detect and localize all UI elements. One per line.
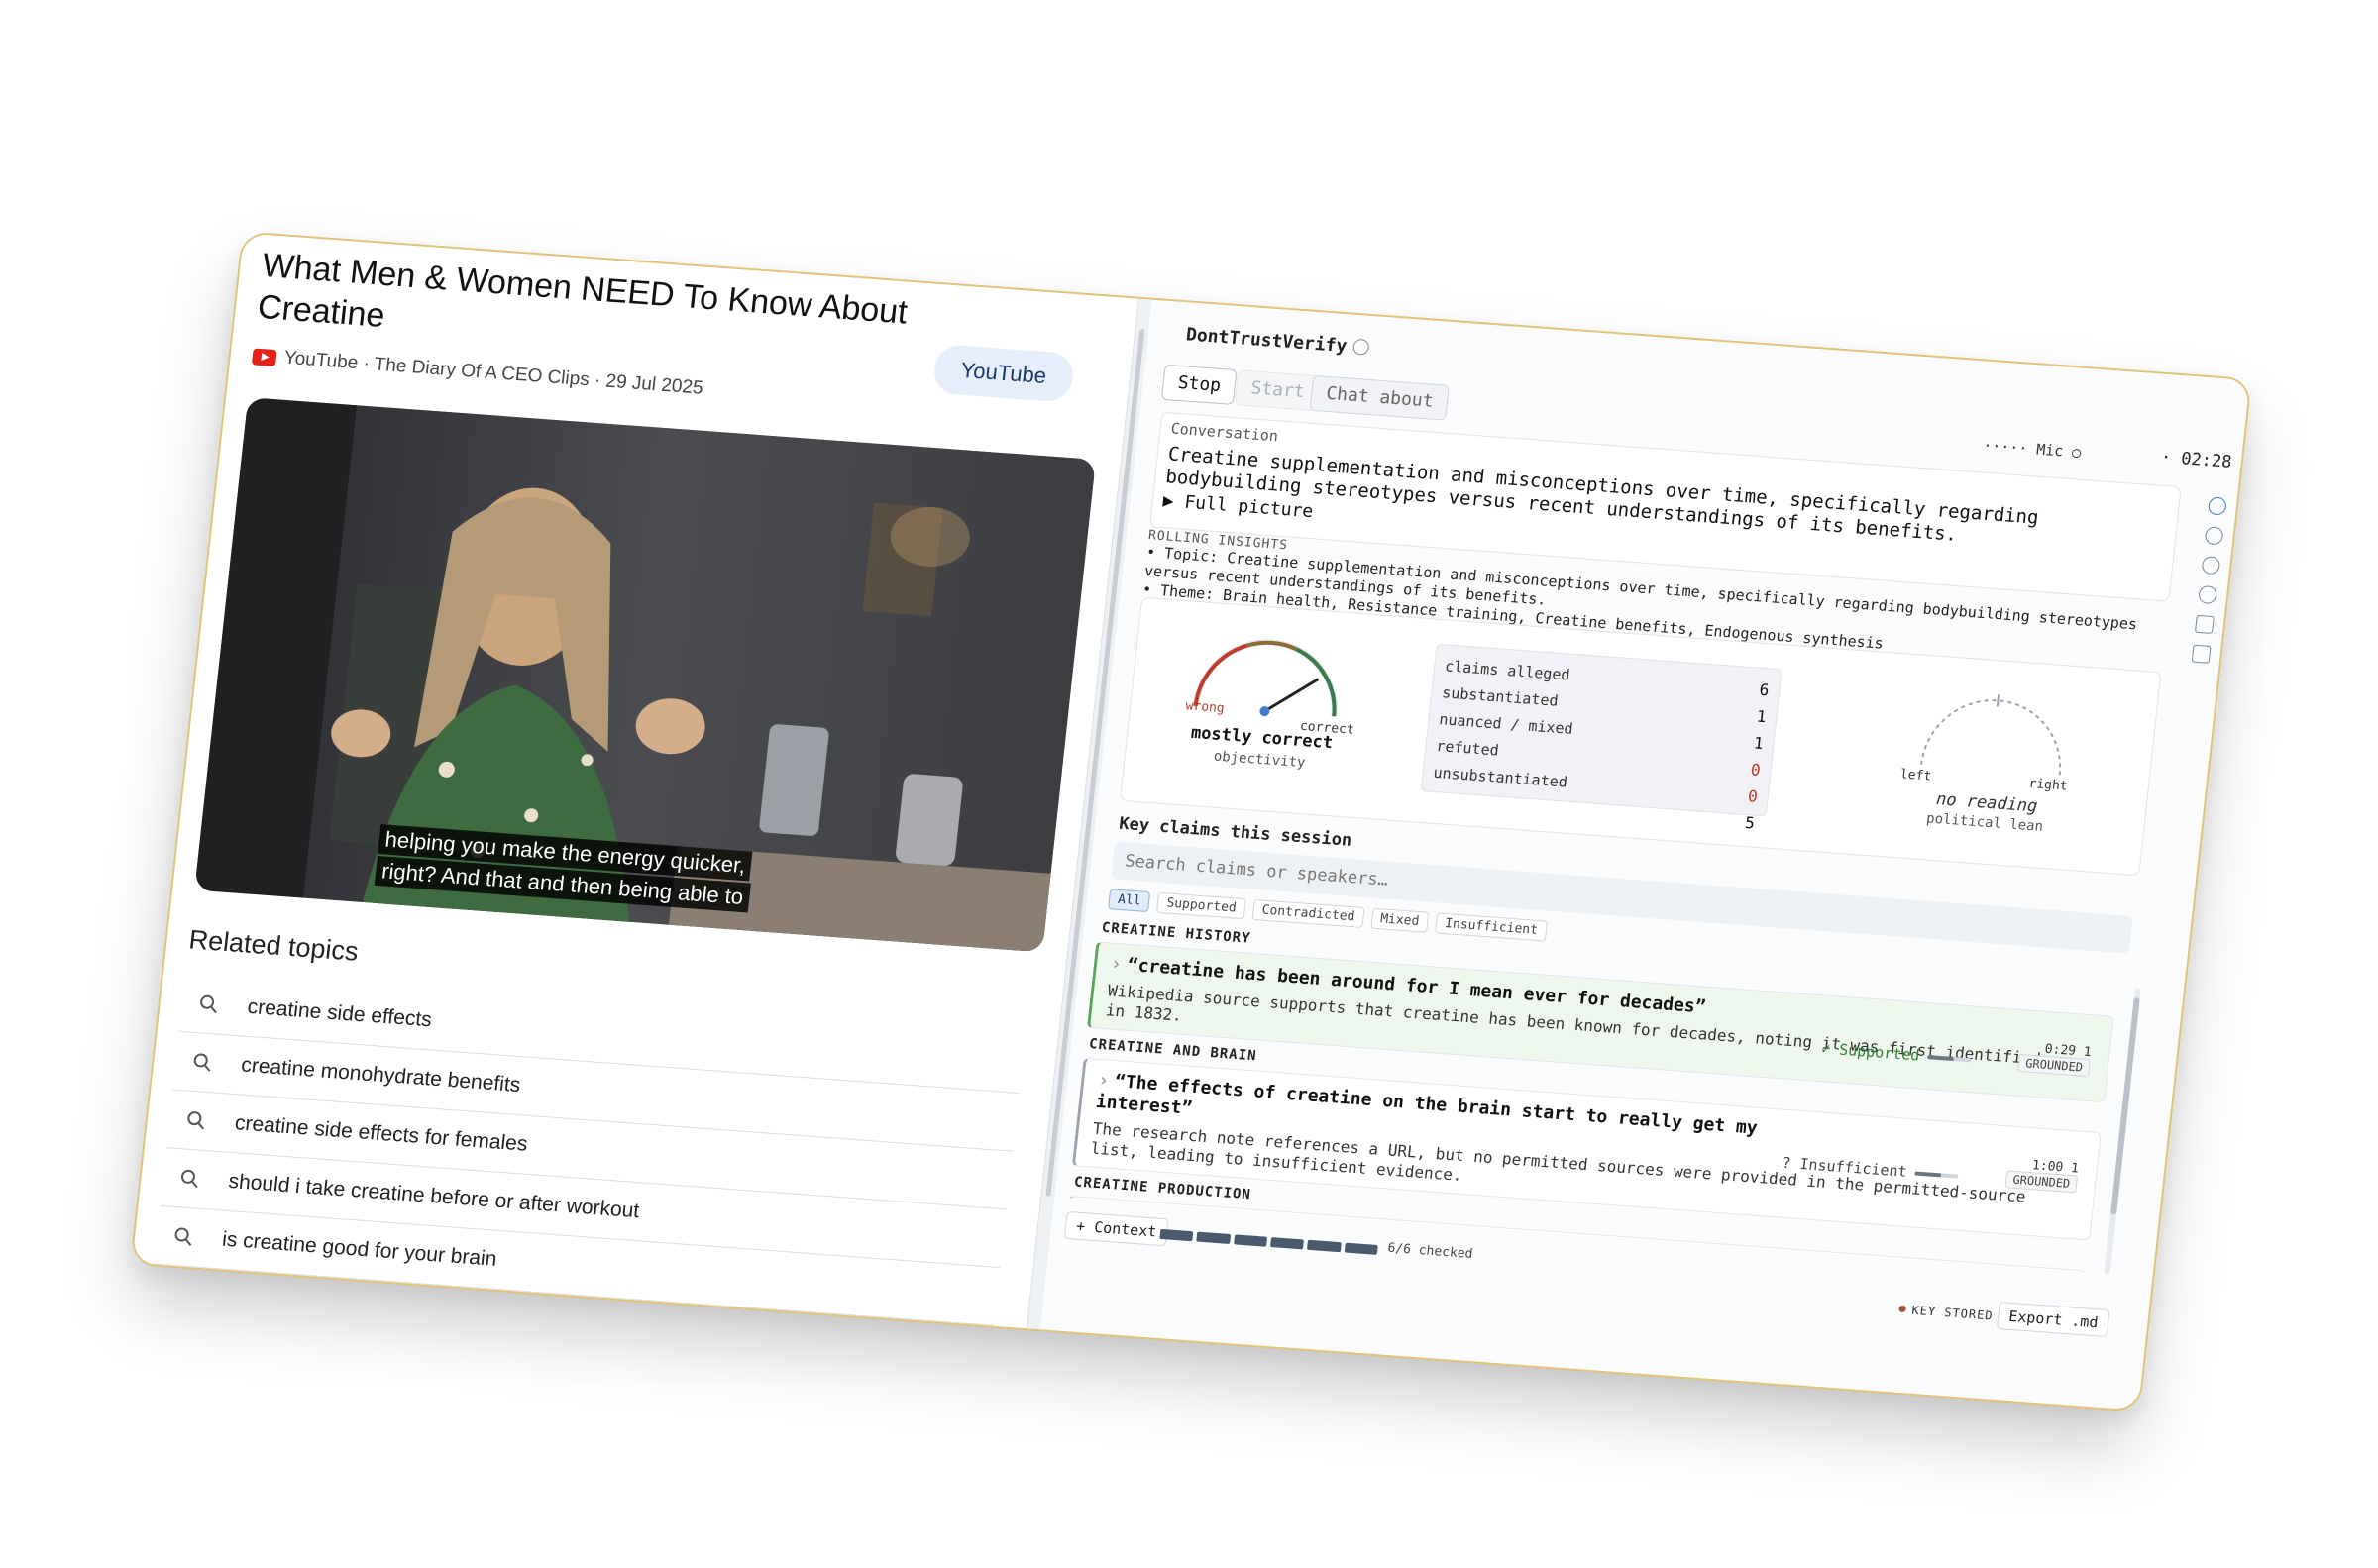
related-topic-label: how to take creatine youtube [214, 1286, 483, 1328]
brand-name: DontTrustVerify [1184, 324, 1349, 358]
start-button[interactable]: Start [1234, 369, 1322, 412]
objectivity-gauge: wrong correct mostly correct objectivity [1153, 610, 1389, 793]
conversation-label: Conversation [1169, 419, 1279, 446]
objectivity-needle [1263, 678, 1320, 713]
screenshot-stage: What Men & Women NEED To Know About Crea… [0, 0, 2378, 1568]
lean-left-label: left [1899, 767, 1932, 784]
check-progress-bar [1159, 1228, 1378, 1255]
related-topic-label: creatine side effects [246, 994, 433, 1032]
key-stored-status: KEY STORED [1898, 1303, 1995, 1323]
progress-segment [1344, 1242, 1378, 1255]
progress-segment [1307, 1239, 1342, 1253]
youtube-chip-button[interactable]: YouTube [931, 343, 1076, 403]
chevron-right-icon[interactable]: › [1110, 954, 1123, 976]
search-icon [180, 1169, 198, 1189]
related-topic-label: creatine monohydrate benefits [240, 1053, 522, 1098]
chevron-right-icon[interactable]: › [1097, 1070, 1110, 1092]
chat-about-button[interactable]: Chat about [1309, 374, 1451, 421]
mic-status[interactable]: ····· Mic ○ [1982, 437, 2082, 462]
count-value: 1 [1752, 733, 1765, 754]
lean-right-label: right [2027, 776, 2069, 794]
search-icon [168, 1286, 185, 1305]
objectivity-gauge-dial [1192, 639, 1338, 717]
count-label [1429, 786, 1432, 813]
filter-chip[interactable]: Supported [1156, 891, 1246, 920]
related-topics-title: Related topics [187, 924, 361, 967]
count-value: 5 [1744, 813, 1756, 833]
brand: DontTrustVerify [1184, 324, 1370, 358]
progress-segment [1233, 1234, 1268, 1247]
session-timer: · 02:28 [2159, 447, 2233, 472]
settings-icon[interactable] [2191, 644, 2212, 664]
video-page: What Men & Women NEED To Know About Crea… [132, 233, 1138, 1329]
search-icon [193, 1053, 211, 1072]
related-topic-label: is creatine good for your brain [221, 1227, 498, 1271]
progress-segment [1196, 1231, 1231, 1244]
youtube-logo-icon [251, 347, 277, 366]
count-value: 0 [1749, 760, 1762, 780]
search-icon [174, 1227, 192, 1246]
stop-button[interactable]: Stop [1160, 364, 1238, 406]
count-value: 6 [1758, 679, 1771, 700]
confidence-meter [1914, 1171, 1959, 1179]
icon-rail [2182, 486, 2238, 667]
filter-chip[interactable]: All [1107, 889, 1151, 913]
verified-icon [1351, 338, 1370, 356]
search-icon [187, 1111, 205, 1130]
check-progress-label: 6/6 checked [1386, 1240, 1474, 1262]
claim-counts: claims alleged 6 substantiated 1 nuanced / m… [1420, 643, 1783, 833]
count-value: 0 [1747, 786, 1759, 806]
political-lean-gauge: left right no reading political lean [1874, 673, 2109, 856]
related-topic-item[interactable]: youtube videos on creatine [141, 1322, 988, 1329]
related-topics-list: creatine side effects creatine monohydrat… [141, 974, 1026, 1329]
related-topic-label: creatine side effects for females [233, 1111, 529, 1156]
search-icon [200, 994, 217, 1014]
dont-trust-verify-panel: DontTrustVerify Stop Start Chat about ··… [1039, 299, 2250, 1411]
progress-segment [1269, 1237, 1305, 1250]
count-value: 1 [1755, 706, 1768, 727]
export-md-button[interactable]: Export .md [1996, 1302, 2110, 1338]
info-icon[interactable] [2198, 584, 2218, 605]
gauge-wrong-label: wrong [1184, 698, 1226, 717]
live-icon[interactable] [2207, 496, 2227, 516]
filter-chip[interactable]: Mixed [1370, 907, 1430, 933]
gear-icon[interactable] [2201, 556, 2221, 575]
video-player[interactable]: helping you make the energy quicker, rig… [194, 397, 1096, 953]
shield-icon[interactable] [2194, 614, 2215, 634]
history-icon[interactable] [2204, 526, 2224, 546]
browser-window: What Men & Women NEED To Know About Crea… [130, 231, 2252, 1412]
add-context-button[interactable]: + Context [1063, 1210, 1169, 1247]
